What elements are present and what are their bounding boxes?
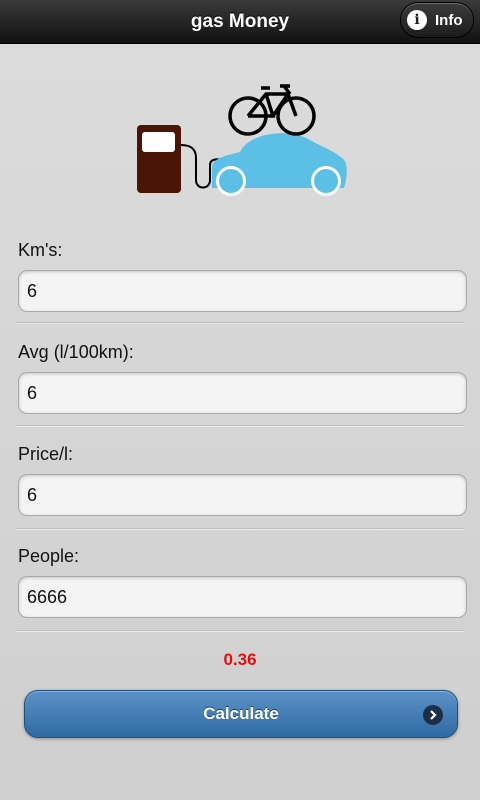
divider: [16, 528, 464, 530]
km-field-group: Km's:: [18, 240, 467, 312]
price-input[interactable]: [18, 474, 467, 516]
page-title: gas Money: [190, 10, 290, 32]
bicycle-icon: [228, 84, 316, 136]
info-button-label: Info: [435, 11, 463, 29]
avg-input[interactable]: [18, 372, 467, 414]
avg-label: Avg (l/100km):: [18, 342, 134, 362]
calculate-button-label: Calculate: [203, 704, 279, 723]
people-label: People:: [18, 546, 80, 566]
km-label: Km's:: [18, 240, 63, 260]
chevron-right-icon: [423, 705, 443, 725]
result-value: 0.36: [223, 650, 257, 669]
info-button[interactable]: i Info: [400, 2, 474, 38]
km-input[interactable]: [18, 270, 467, 312]
price-label: Price/l:: [18, 444, 74, 464]
avg-field-group: Avg (l/100km):: [18, 342, 467, 414]
price-field-group: Price/l:: [18, 444, 467, 516]
divider: [16, 425, 464, 427]
people-input[interactable]: [18, 576, 467, 618]
header-bar: gas Money i Info: [0, 0, 480, 44]
calculate-button[interactable]: Calculate: [24, 690, 458, 738]
divider: [16, 630, 464, 632]
divider: [16, 322, 464, 324]
info-icon: i: [407, 10, 427, 30]
car-icon: [212, 133, 347, 196]
gas-pump-car-illustration: [137, 84, 347, 196]
people-field-group: People:: [18, 546, 467, 618]
